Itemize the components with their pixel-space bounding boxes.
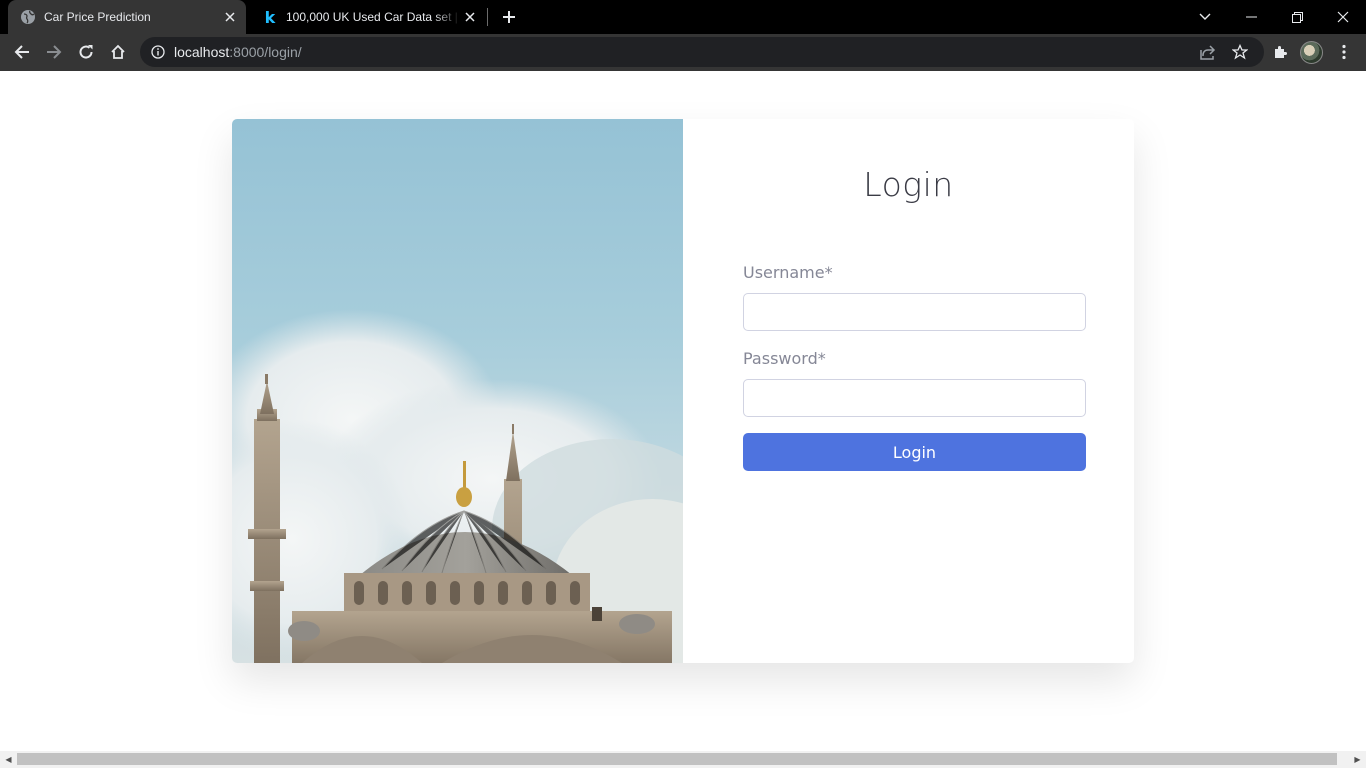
tab-car-price-prediction[interactable]: Car Price Prediction	[8, 0, 246, 34]
tab-search-chevron-down-icon[interactable]	[1182, 0, 1228, 34]
address-bar[interactable]: localhost:8000/login/	[140, 37, 1264, 67]
login-card: Login Username* Password* Login	[232, 119, 1134, 663]
site-info-icon[interactable]	[151, 45, 165, 59]
more-menu-icon[interactable]	[1330, 38, 1358, 66]
login-form: Login Username* Password* Login	[683, 119, 1134, 663]
password-input[interactable]	[743, 379, 1086, 417]
scroll-left-arrow-icon[interactable]: ◀	[0, 751, 17, 768]
forward-arrow-icon[interactable]	[40, 38, 68, 66]
password-label: Password*	[743, 349, 826, 368]
close-tab-icon[interactable]	[220, 7, 240, 27]
back-arrow-icon[interactable]	[8, 38, 36, 66]
share-icon[interactable]	[1200, 44, 1216, 60]
url-path: :8000/login/	[229, 44, 302, 60]
scroll-right-arrow-icon[interactable]: ▶	[1349, 751, 1366, 768]
close-tab-icon[interactable]	[460, 7, 480, 27]
globe-icon	[20, 9, 36, 25]
page-content: Login Username* Password* Login	[0, 71, 1366, 751]
new-tab-button[interactable]	[498, 6, 520, 28]
scrollbar-thumb[interactable]	[17, 753, 1337, 765]
login-button[interactable]: Login	[743, 433, 1086, 471]
mosque-illustration	[232, 309, 683, 663]
tab-separator	[487, 8, 488, 26]
kaggle-k-icon: k	[264, 7, 276, 27]
username-label: Username*	[743, 263, 833, 282]
browser-toolbar: localhost:8000/login/	[0, 34, 1366, 71]
extensions-puzzle-icon[interactable]	[1266, 38, 1294, 66]
url-text: localhost:8000/login/	[174, 44, 302, 60]
tab-strip: Car Price Prediction k 100,000 UK Used C…	[0, 0, 1366, 34]
bookmark-star-icon[interactable]	[1231, 43, 1249, 60]
mosque-photo	[232, 119, 683, 663]
restore-icon[interactable]	[1274, 0, 1320, 34]
home-icon[interactable]	[104, 38, 132, 66]
reload-icon[interactable]	[72, 38, 100, 66]
page-title: Login	[863, 165, 954, 204]
close-window-icon[interactable]	[1320, 0, 1366, 34]
tab-title: 100,000 UK Used Car Data set | K	[286, 10, 460, 24]
url-host: localhost	[174, 44, 230, 60]
username-input[interactable]	[743, 293, 1086, 331]
profile-avatar[interactable]	[1300, 41, 1323, 64]
tab-uk-used-car-data[interactable]: k 100,000 UK Used Car Data set | K	[250, 0, 486, 34]
minimize-icon[interactable]	[1228, 0, 1274, 34]
tab-title: Car Price Prediction	[44, 10, 151, 24]
horizontal-scrollbar[interactable]: ◀ ▶	[0, 751, 1366, 768]
